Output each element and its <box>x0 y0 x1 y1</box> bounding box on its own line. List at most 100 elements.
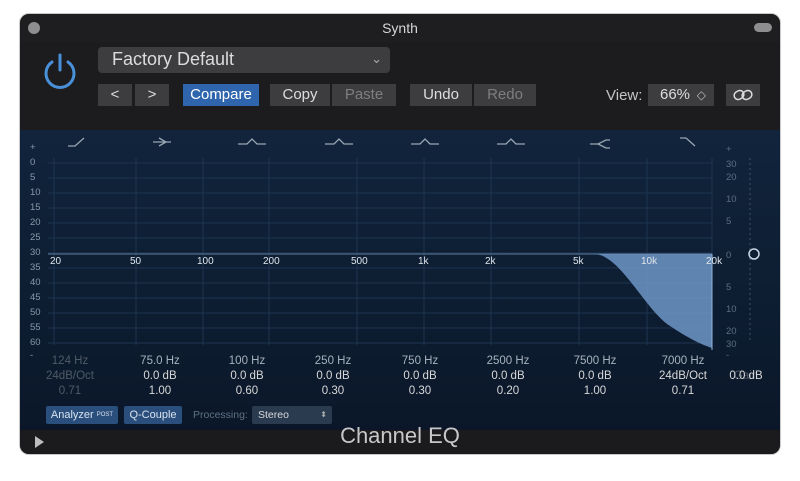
bell-shape-icon-4[interactable] <box>497 138 525 145</box>
gain-scale-label: 20 <box>726 172 737 183</box>
db-scale-label: 30 <box>30 247 41 258</box>
view-label: View: <box>606 87 643 104</box>
band-gain[interactable]: 0.0 dB <box>288 369 378 384</box>
band-gain[interactable]: 0.0 dB <box>375 369 465 384</box>
band-q[interactable]: 0.71 <box>638 384 728 399</box>
gain-scale-label: 30 <box>726 339 737 350</box>
link-button[interactable] <box>726 84 760 106</box>
freq-label: 500 <box>351 256 368 267</box>
db-scale-label: 15 <box>30 202 41 213</box>
prev-preset-button[interactable]: < <box>98 84 132 106</box>
link-icon <box>733 89 753 101</box>
band-q[interactable]: 1.00 <box>115 384 205 399</box>
q-couple-button[interactable]: Q-Couple <box>124 406 182 424</box>
next-preset-button[interactable]: > <box>135 84 169 106</box>
db-scale-label: 60 <box>30 337 41 348</box>
bell-shape-icon-1[interactable] <box>238 138 266 145</box>
db-scale-label: 20 <box>30 217 41 228</box>
power-icon[interactable] <box>40 52 80 92</box>
view-zoom-stepper[interactable]: 66% ◇ <box>648 84 714 106</box>
gain-scale-label: 5 <box>726 216 731 227</box>
gain-scale-label: 30 <box>726 159 737 170</box>
bell-shape-icon-3[interactable] <box>411 138 439 145</box>
stepper-icon: ⬍ <box>320 410 327 419</box>
view-zoom-value: 66% <box>660 86 691 103</box>
gain-value[interactable]: 0.0 dB <box>720 370 772 382</box>
band-q[interactable]: 0.30 <box>288 384 378 399</box>
stepper-icon: ◇ <box>696 88 706 102</box>
band-gain[interactable]: 0.0 dB <box>202 369 292 384</box>
analyzer-label: Analyzer <box>50 409 94 421</box>
analyzer-button[interactable]: Analyzer POST <box>46 406 118 424</box>
freq-label: 10k <box>641 256 658 267</box>
freq-label: 2k <box>485 256 497 267</box>
band-5-params[interactable]: 750 Hz 0.0 dB 0.30 <box>375 354 465 399</box>
band-3-params[interactable]: 100 Hz 0.0 dB 0.60 <box>202 354 292 399</box>
window-title: Synth <box>382 20 418 36</box>
freq-label: 5k <box>573 256 585 267</box>
band-frequency[interactable]: 7000 Hz <box>638 354 728 369</box>
lowpass-shape-icon[interactable] <box>680 137 696 147</box>
preset-menu[interactable]: Factory Default ⌄ <box>98 47 390 73</box>
freq-grid <box>53 158 713 345</box>
band-q[interactable]: 0.30 <box>375 384 465 399</box>
bell-shape-icon-2[interactable] <box>325 138 353 145</box>
chevron-down-icon: ⌄ <box>371 51 382 66</box>
band-4-params[interactable]: 250 Hz 0.0 dB 0.30 <box>288 354 378 399</box>
copy-button[interactable]: Copy <box>270 84 330 106</box>
band-gain[interactable]: 0.0 dB <box>463 369 553 384</box>
undo-button[interactable]: Undo <box>410 84 472 106</box>
band-frequency[interactable]: 75.0 Hz <box>115 354 205 369</box>
gain-scale-label: + <box>726 144 732 155</box>
band-frequency[interactable]: 7500 Hz <box>550 354 640 369</box>
freq-label: 20k <box>706 256 723 267</box>
redo-button[interactable]: Redo <box>474 84 536 106</box>
processing-select[interactable]: Stereo ⬍ <box>252 406 332 424</box>
db-scale-label: 0 <box>30 157 35 168</box>
band-frequency[interactable]: 100 Hz <box>202 354 292 369</box>
window-pill-icon[interactable] <box>754 23 772 32</box>
band-gain[interactable]: 0.0 dB <box>115 369 205 384</box>
gain-scale-label: 10 <box>726 194 737 205</box>
band-gain[interactable]: 0.0 dB <box>550 369 640 384</box>
gain-scale-label: 20 <box>726 326 737 337</box>
band-6-params[interactable]: 2500 Hz 0.0 dB 0.20 <box>463 354 553 399</box>
band-7-params[interactable]: 7500 Hz 0.0 dB 1.00 <box>550 354 640 399</box>
band-q[interactable]: 1.00 <box>550 384 640 399</box>
band-frequency[interactable]: 2500 Hz <box>463 354 553 369</box>
db-scale-label: 35 <box>30 262 41 273</box>
band-frequency[interactable]: 250 Hz <box>288 354 378 369</box>
analyzer-badge: POST <box>96 412 114 418</box>
db-scale-label: 5 <box>30 172 35 183</box>
band-gain[interactable]: 24dB/Oct <box>638 369 728 384</box>
compare-button[interactable]: Compare <box>183 84 259 106</box>
title-bar: Synth <box>20 14 780 42</box>
eq-display[interactable]: +0 5 10 15 20 25 30 35 40 45 50 55 60- +30 20 10 5 0 5 10 2… <box>20 130 780 430</box>
band-q[interactable]: 0.20 <box>463 384 553 399</box>
highshelf-shape-icon[interactable] <box>590 139 610 149</box>
db-scale-label: + <box>30 142 36 153</box>
band-2-params[interactable]: 75.0 Hz 0.0 dB 1.00 <box>115 354 205 399</box>
gain-scale-label: 5 <box>726 282 731 293</box>
band-frequency[interactable]: 124 Hz <box>25 354 115 369</box>
plugin-window: Synth Factory Default ⌄ < > Compare Copy… <box>20 14 780 454</box>
freq-label: 50 <box>130 256 142 267</box>
band-1-params[interactable]: 124 Hz 24dB/Oct 0.71 <box>25 354 115 399</box>
db-scale-label: 25 <box>30 232 41 243</box>
db-grid <box>48 162 712 344</box>
processing-label: Processing: <box>193 409 248 421</box>
highpass-shape-icon[interactable] <box>68 137 85 147</box>
freq-label: 1k <box>418 256 430 267</box>
preset-name: Factory Default <box>112 49 235 69</box>
db-scale-label: 50 <box>30 307 41 318</box>
band-q[interactable]: 0.60 <box>202 384 292 399</box>
lowshelf-shape-icon[interactable] <box>153 137 171 147</box>
plugin-header: Factory Default ⌄ < > Compare Copy Paste… <box>20 42 780 130</box>
band-q[interactable]: 0.71 <box>25 384 115 399</box>
band-frequency[interactable]: 750 Hz <box>375 354 465 369</box>
db-scale-label: 55 <box>30 322 41 333</box>
band-8-params[interactable]: 7000 Hz 24dB/Oct 0.71 <box>638 354 728 399</box>
paste-button[interactable]: Paste <box>332 84 396 106</box>
band-gain[interactable]: 24dB/Oct <box>25 369 115 384</box>
freq-label: 200 <box>263 256 280 267</box>
